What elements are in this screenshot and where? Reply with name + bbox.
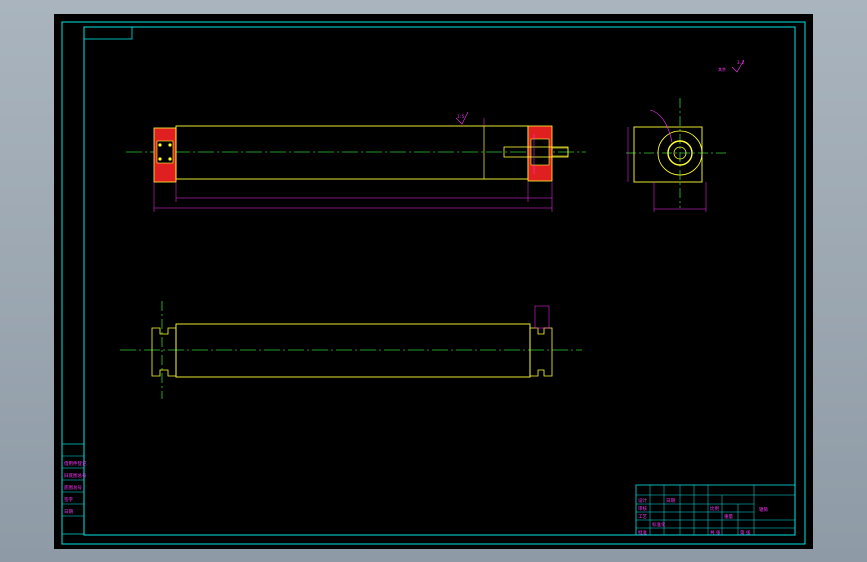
left-bearing-ball xyxy=(168,157,172,161)
top-view-dim-box xyxy=(534,305,550,329)
left-bearing-ball xyxy=(158,143,162,147)
inner-frame xyxy=(83,26,796,536)
revision-cell: 旧底图总号 xyxy=(64,472,87,479)
top-view-roller-body xyxy=(175,323,531,378)
title-cell: 批准 xyxy=(638,529,647,536)
roughness-note: 其余 xyxy=(718,66,726,72)
title-block: 设计 审核 工艺 标准化 批准 日期 比例 重量 共 张 第 张 辊筒 xyxy=(635,484,796,536)
taper-note: 1:5 xyxy=(457,114,465,119)
top-view-right-end xyxy=(529,327,553,377)
title-cell: 工艺 xyxy=(638,514,647,520)
title-cell: 设计 xyxy=(638,497,647,504)
right-bearing-seat xyxy=(530,138,550,166)
top-view-left-end xyxy=(151,327,177,377)
revision-cell: 签字 xyxy=(64,496,73,503)
left-bearing-ball xyxy=(158,157,162,161)
left-bearing-ball xyxy=(168,143,172,147)
code-box xyxy=(83,26,133,40)
title-cell: 审核 xyxy=(638,505,647,512)
side-view xyxy=(626,98,726,212)
title-cell: 共 张 xyxy=(710,529,721,536)
surface-roughness-symbol: 3.2 其余 xyxy=(718,59,745,73)
revision-column: 借用件登记 旧底图总号 底图总号 签字 日期 xyxy=(61,443,87,535)
roughness-value: 3.2 xyxy=(737,60,745,65)
title-cell: 标准化 xyxy=(652,521,666,528)
revision-cell: 日期 xyxy=(64,509,73,515)
front-view-section: 1:5 xyxy=(126,111,586,212)
cad-viewport[interactable]: 1:5 3.2 其余 借用件登记 旧底图总号 底图总号 签字 日期 设计 审核 … xyxy=(54,14,813,549)
title-cell: 日期 xyxy=(666,498,675,504)
revision-cell: 底图总号 xyxy=(64,484,82,491)
top-view xyxy=(120,301,582,399)
roller-body-outline xyxy=(175,125,529,180)
outer-border xyxy=(61,21,806,545)
drawing-name: 辊筒 xyxy=(759,506,768,513)
cad-drawing-canvas: 1:5 3.2 其余 借用件登记 旧底图总号 底图总号 签字 日期 设计 审核 … xyxy=(61,21,806,545)
title-cell: 第 张 xyxy=(740,529,751,536)
revision-cell: 借用件登记 xyxy=(64,460,87,467)
side-view-leader xyxy=(649,109,673,143)
title-cell: 重量 xyxy=(724,513,733,520)
title-cell: 比例 xyxy=(710,505,719,512)
